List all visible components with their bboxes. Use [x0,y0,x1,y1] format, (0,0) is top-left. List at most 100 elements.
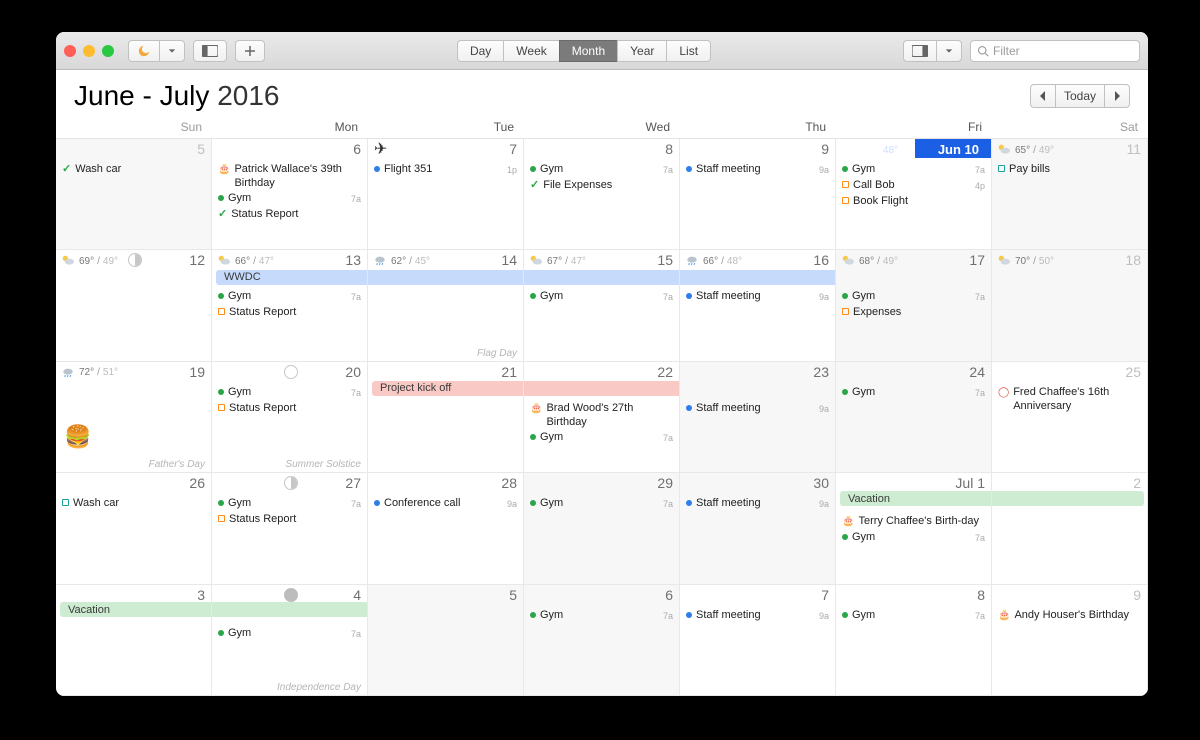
event-item[interactable]: Staff meeting9a [684,608,831,623]
night-mode-button[interactable] [128,40,159,62]
day-cell[interactable]: 1666°/48°Staff meeting9a [680,250,836,361]
event-item[interactable]: Expenses [840,305,987,319]
event-item[interactable]: Gym7a [216,289,363,304]
event-item[interactable]: Gym7a [216,496,363,511]
panel-menu-button[interactable] [936,40,962,62]
event-item[interactable]: ✓Wash car [60,162,207,176]
event-item[interactable]: ◯Fred Chaffee's 16th Anniversary [996,385,1143,413]
day-number: 7 [821,587,829,603]
day-cell[interactable]: 21 [368,362,524,473]
day-cell[interactable]: 8Gym7a✓File Expenses [524,139,680,250]
day-cell[interactable]: 9🎂Andy Houser's Birthday [992,585,1148,696]
event-item[interactable]: Staff meeting9a [684,496,831,511]
day-cell[interactable]: 7 Staff meeting9a [680,585,836,696]
event-item[interactable]: ✓File Expenses [528,178,675,192]
event-item[interactable]: Gym7a [840,608,987,623]
event-title: File Expenses [543,178,673,192]
close-icon[interactable] [64,45,76,57]
event-list: Gym7a [840,385,987,400]
search-input[interactable]: Filter [970,40,1140,62]
day-cell[interactable]: 8Gym7a [836,585,992,696]
next-button[interactable] [1104,84,1130,108]
event-item[interactable]: 🎂Andy Houser's Birthday [996,608,1143,623]
dropdown-button[interactable] [159,40,185,62]
event-item[interactable]: 🎂Terry Chaffee's Birth-day [840,514,987,529]
day-cell[interactable]: 3 [56,585,212,696]
day-cell[interactable]: 27Gym7aStatus Report [212,473,368,584]
event-item[interactable]: 🎂Patrick Wallace's 39th Birthday [216,162,363,190]
event-item[interactable]: Status Report [216,512,363,526]
event-item[interactable]: Wash car [60,496,207,510]
event-title: Status Report [231,207,361,221]
day-cell[interactable]: 24Gym7a [836,362,992,473]
day-cell[interactable]: 4Gym7aIndependence Day [212,585,368,696]
day-cell[interactable]: 5✓Wash car [56,139,212,250]
event-item[interactable]: Staff meeting9a [684,401,831,416]
event-time: 7a [975,163,985,177]
day-cell[interactable]: 1567°/47°Gym7a [524,250,680,361]
event-item[interactable]: 🎂Brad Wood's 27th Birthday [528,401,675,429]
event-title: Book Flight [853,194,985,208]
day-cell[interactable]: 7✈︎Flight 3511p [368,139,524,250]
event-item[interactable]: Gym7a [528,162,675,177]
view-list[interactable]: List [666,40,711,62]
day-cell[interactable]: 30Staff meeting9a [680,473,836,584]
day-cell[interactable]: 28Conference call9a [368,473,524,584]
event-item[interactable]: Gym7a [216,385,363,400]
event-dot-icon [842,534,848,540]
event-item[interactable]: Gym7a [528,496,675,511]
day-cell[interactable]: 1768°/49°Gym7aExpenses [836,250,992,361]
day-cell[interactable]: 6Gym7a [524,585,680,696]
day-cell[interactable]: 1269°/49° [56,250,212,361]
day-cell[interactable]: Jul 1🎂Terry Chaffee's Birth-dayGym7a [836,473,992,584]
zoom-icon[interactable] [102,45,114,57]
day-cell[interactable]: 23Staff meeting9a [680,362,836,473]
event-item[interactable]: Gym7a [840,385,987,400]
day-cell[interactable]: 1366°/47°Gym7aStatus Report [212,250,368,361]
view-month[interactable]: Month [559,40,617,62]
event-item[interactable]: Call Bob4p [840,178,987,193]
event-item[interactable]: Staff meeting9a [684,289,831,304]
panel-toggle-button[interactable] [903,40,936,62]
today-button[interactable]: Today [1055,84,1104,108]
event-title: Brad Wood's 27th Birthday [546,401,673,429]
day-cell[interactable]: 20Gym7aStatus ReportSummer Solstice [212,362,368,473]
event-item[interactable]: Status Report [216,305,363,319]
day-cell[interactable]: 1462°/45°Flag Day [368,250,524,361]
event-item[interactable]: Gym7a [840,530,987,545]
view-week[interactable]: Week [503,40,558,62]
event-title: Gym [540,496,659,510]
view-year[interactable]: Year [617,40,666,62]
prev-button[interactable] [1030,84,1055,108]
event-item[interactable]: Conference call9a [372,496,519,511]
new-event-button[interactable] [235,40,265,62]
event-item[interactable]: Gym7a [840,289,987,304]
minimize-icon[interactable] [83,45,95,57]
event-item[interactable]: Gym7a [528,289,675,304]
day-cell[interactable]: Jun 1065°/48°Gym7aCall Bob4pBook Flight [836,139,992,250]
event-item[interactable]: Pay bills [996,162,1143,176]
event-item[interactable]: Gym7a [216,626,363,641]
event-item[interactable]: Staff meeting9a [684,162,831,177]
day-cell[interactable]: 22🎂Brad Wood's 27th BirthdayGym7a [524,362,680,473]
day-cell[interactable]: 2 [992,473,1148,584]
event-item[interactable]: Gym7a [528,430,675,445]
event-item[interactable]: Gym7a [528,608,675,623]
event-item[interactable]: Gym7a [840,162,987,177]
day-cell[interactable]: 1972°/51°Father's Day🍔 [56,362,212,473]
event-item[interactable]: Flight 3511p [372,162,519,177]
event-item[interactable]: Gym7a [216,191,363,206]
day-cell[interactable]: 1870°/50° [992,250,1148,361]
view-day[interactable]: Day [457,40,503,62]
sidebar-toggle-button[interactable] [193,40,227,62]
day-cell[interactable]: 5 [368,585,524,696]
day-cell[interactable]: 29Gym7a [524,473,680,584]
event-item[interactable]: ✓Status Report [216,207,363,221]
day-cell[interactable]: 25◯Fred Chaffee's 16th Anniversary [992,362,1148,473]
day-cell[interactable]: 6🎂Patrick Wallace's 39th BirthdayGym7a✓S… [212,139,368,250]
day-cell[interactable]: 26Wash car [56,473,212,584]
event-item[interactable]: Status Report [216,401,363,415]
event-item[interactable]: Book Flight [840,194,987,208]
day-cell[interactable]: 1165°/49°Pay bills [992,139,1148,250]
day-cell[interactable]: 9Staff meeting9a [680,139,836,250]
